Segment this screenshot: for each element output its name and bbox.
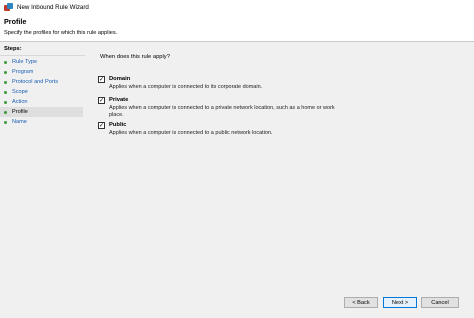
cancel-button[interactable]: Cancel [421, 297, 459, 308]
steps-divider [0, 55, 85, 56]
step-label: Program [12, 69, 34, 75]
domain-description: Applies when a computer is connected to … [109, 84, 263, 90]
window-title: New Inbound Rule Wizard [17, 4, 89, 11]
step-label: Action [12, 99, 28, 105]
steps-title: Steps: [4, 46, 22, 52]
next-button[interactable]: Next > [383, 297, 417, 308]
domain-checkbox[interactable]: ✓ [98, 76, 105, 83]
step-protocol-and-ports[interactable]: Protocol and Ports [0, 77, 83, 87]
step-status-dot-icon [4, 90, 7, 94]
step-status-dot-icon [4, 110, 7, 114]
wizard-header: Profile Specify the profiles for which t… [0, 15, 474, 42]
steps-sidebar: Steps: Rule Type Program Protocol and Po… [0, 42, 85, 312]
step-name[interactable]: Name [0, 117, 83, 127]
step-label: Rule Type [12, 59, 38, 65]
private-description: Applies when a computer is connected to … [109, 105, 335, 119]
step-status-dot-icon [4, 80, 7, 84]
page-description: Specify the profiles for which this rule… [4, 30, 118, 36]
step-action[interactable]: Action [0, 97, 83, 107]
private-label[interactable]: Private [109, 97, 128, 103]
profile-panel: When does this rule apply? ✓ Domain Appl… [88, 42, 468, 312]
public-checkbox[interactable]: ✓ [98, 122, 105, 129]
private-checkbox[interactable]: ✓ [98, 97, 105, 104]
step-label: Name [12, 119, 27, 125]
page-title: Profile [4, 17, 27, 26]
step-status-dot-icon [4, 120, 7, 124]
step-label: Profile [12, 109, 28, 115]
question-text: When does this rule apply? [100, 54, 170, 60]
public-description: Applies when a computer is connected to … [109, 130, 273, 136]
step-status-dot-icon [4, 60, 7, 64]
step-scope[interactable]: Scope [0, 87, 83, 97]
step-status-dot-icon [4, 70, 7, 74]
title-bar: New Inbound Rule Wizard [0, 0, 474, 15]
firewall-app-icon [4, 3, 13, 12]
step-program[interactable]: Program [0, 67, 83, 77]
step-status-dot-icon [4, 100, 7, 104]
step-label: Scope [12, 89, 28, 95]
step-label: Protocol and Ports [12, 79, 59, 85]
step-profile[interactable]: Profile [0, 107, 83, 117]
step-rule-type[interactable]: Rule Type [0, 57, 83, 67]
wizard-content: Steps: Rule Type Program Protocol and Po… [0, 42, 474, 318]
back-button[interactable]: < Back [344, 297, 378, 308]
domain-label[interactable]: Domain [109, 76, 130, 82]
public-label[interactable]: Public [109, 122, 126, 128]
